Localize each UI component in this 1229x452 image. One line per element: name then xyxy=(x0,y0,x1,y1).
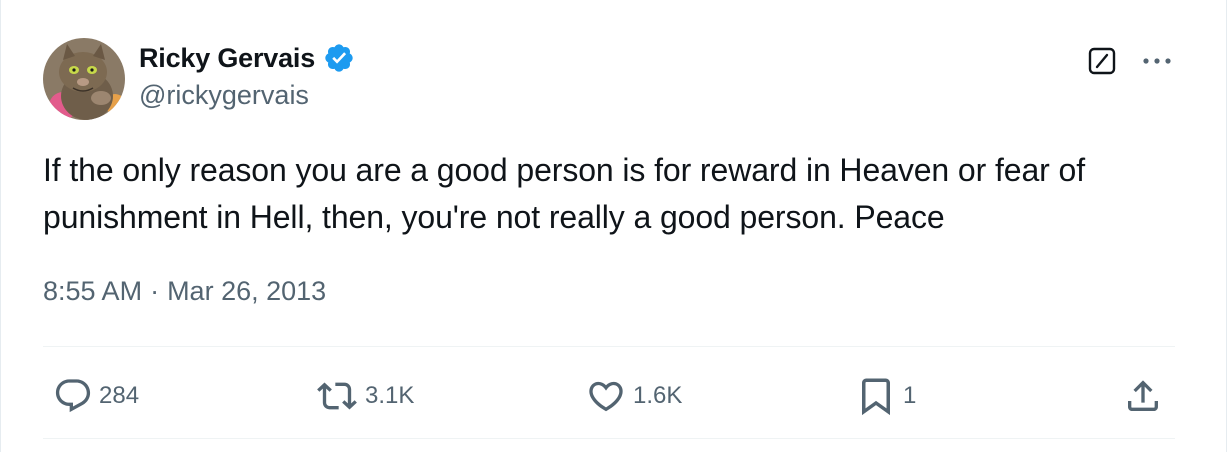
retweet-count: 3.1K xyxy=(365,382,415,409)
author-display-name[interactable]: Ricky Gervais xyxy=(139,43,315,74)
grok-button[interactable] xyxy=(1085,44,1119,78)
like-button[interactable]: 1.6K xyxy=(585,370,682,422)
tweet-date[interactable]: Mar 26, 2013 xyxy=(167,276,326,307)
divider xyxy=(43,346,1175,347)
cat-avatar-icon xyxy=(43,38,125,120)
bookmark-count: 1 xyxy=(903,382,917,409)
author-handle[interactable]: @rickygervais xyxy=(139,80,309,111)
more-icon xyxy=(1143,58,1171,64)
tweet-timestamp: 8:55 AM · Mar 26, 2013 xyxy=(43,276,326,307)
share-icon xyxy=(1128,380,1158,411)
author-name-row: Ricky Gervais xyxy=(139,40,355,76)
tweet-card: Ricky Gervais @rickygervais If the only … xyxy=(0,0,1227,452)
tweet-time[interactable]: 8:55 AM xyxy=(43,276,142,307)
meta-separator: · xyxy=(150,276,160,306)
avatar[interactable] xyxy=(43,38,125,120)
divider xyxy=(43,438,1175,439)
share-button[interactable] xyxy=(1123,370,1163,422)
bookmark-button[interactable]: 1 xyxy=(855,370,916,422)
tweet-text: If the only reason you are a good person… xyxy=(43,152,1085,235)
action-bar: 284 3.1K 1.6K 1 xyxy=(1,370,1229,422)
verified-badge-icon[interactable] xyxy=(323,42,355,74)
reply-button[interactable]: 284 xyxy=(53,370,139,422)
more-options-button[interactable] xyxy=(1137,44,1177,78)
like-count: 1.6K xyxy=(633,382,683,409)
bookmark-icon xyxy=(862,378,890,416)
reply-count: 284 xyxy=(99,382,140,409)
heart-icon xyxy=(589,381,623,412)
retweet-button[interactable]: 3.1K xyxy=(315,370,414,422)
retweet-icon xyxy=(317,382,357,410)
reply-icon xyxy=(55,379,91,413)
grok-icon xyxy=(1088,47,1116,75)
